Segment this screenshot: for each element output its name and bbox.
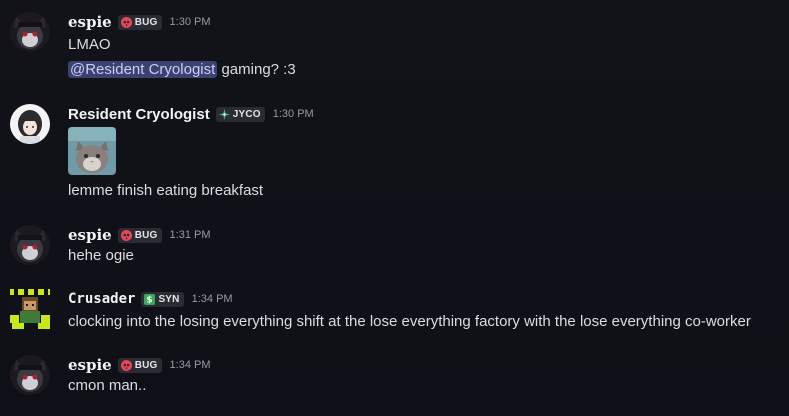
username[interactable]: Crusader xyxy=(68,291,135,307)
server-tag[interactable]: BUG xyxy=(117,227,162,243)
server-tag-label: SYN xyxy=(158,293,180,305)
server-tag-label: BUG xyxy=(134,229,158,241)
sparkle-icon xyxy=(218,108,230,120)
message-text: LMAO xyxy=(68,36,111,53)
skull-icon xyxy=(120,359,132,371)
server-tag[interactable]: BUG xyxy=(117,14,162,30)
message-header: Resident Cryologist JYCO 1:30 PM xyxy=(68,104,314,124)
message-text: cmon man.. xyxy=(68,377,147,394)
server-tag[interactable]: $ SYN xyxy=(141,291,184,307)
message-text-suffix: gaming? :3 xyxy=(221,61,296,78)
skull-icon xyxy=(120,229,132,241)
user-avatar-espie[interactable] xyxy=(10,355,50,395)
message-text: lemme finish eating breakfast xyxy=(68,182,264,199)
message-text: @Resident Cryologist gaming? :3 xyxy=(68,60,296,80)
cat-photo-icon xyxy=(68,127,116,175)
timestamp[interactable]: 1:30 PM xyxy=(170,16,211,28)
server-tag[interactable]: BUG xyxy=(117,357,162,373)
message-text: hehe ogie xyxy=(68,247,134,264)
skull-icon xyxy=(120,16,132,28)
server-tag-label: JYCO xyxy=(232,108,261,120)
message-header: Crusader $ SYN 1:34 PM xyxy=(68,289,233,309)
user-avatar-espie[interactable] xyxy=(10,225,50,265)
username[interactable]: Resident Cryologist xyxy=(68,106,210,123)
timestamp[interactable]: 1:34 PM xyxy=(192,293,233,305)
server-tag-label: BUG xyxy=(134,16,158,28)
message-header: espie BUG 1:30 PM xyxy=(68,12,211,32)
image-attachment[interactable] xyxy=(68,127,116,175)
user-avatar-resident-cryologist[interactable] xyxy=(10,104,50,144)
message-text: clocking into the losing everything shif… xyxy=(68,313,751,330)
message-header: espie BUG 1:34 PM xyxy=(68,355,211,375)
username[interactable]: espie xyxy=(68,356,112,374)
user-avatar-espie[interactable] xyxy=(10,12,50,52)
user-avatar-crusader[interactable] xyxy=(10,289,50,329)
money-icon: $ xyxy=(144,293,156,305)
server-tag[interactable]: JYCO xyxy=(215,106,265,122)
timestamp[interactable]: 1:31 PM xyxy=(170,229,211,241)
user-mention[interactable]: @Resident Cryologist xyxy=(68,61,218,78)
username[interactable]: espie xyxy=(68,226,112,244)
svg-text:$: $ xyxy=(147,294,154,304)
timestamp[interactable]: 1:34 PM xyxy=(170,359,211,371)
username[interactable]: espie xyxy=(68,13,112,31)
message-header: espie BUG 1:31 PM xyxy=(68,225,211,245)
server-tag-label: BUG xyxy=(134,359,158,371)
timestamp[interactable]: 1:30 PM xyxy=(273,108,314,120)
